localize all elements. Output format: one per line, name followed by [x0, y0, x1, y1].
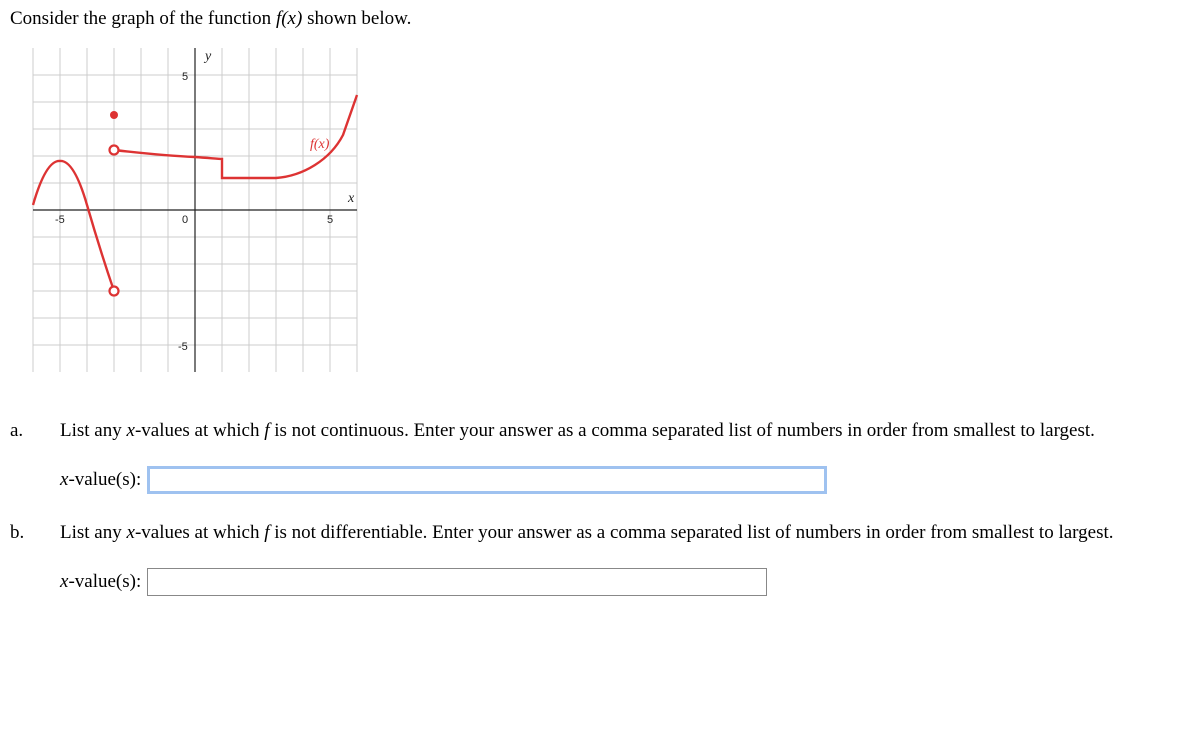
intro-suffix: shown below.: [302, 8, 411, 29]
tick-neg5-x: -5: [55, 214, 65, 226]
question-a-label: a.: [10, 420, 60, 442]
intro-func: f(x): [276, 8, 302, 29]
intro-prefix: Consider the graph of the function: [10, 8, 276, 29]
answer-input-a[interactable]: [147, 466, 827, 494]
question-a: a. List any x-values at which f is not c…: [10, 420, 1190, 442]
graph-container: y x -5 0 5 5 -5 f(x): [10, 40, 1190, 380]
input-label-b: x-value(s):: [60, 571, 141, 593]
question-b-label: b.: [10, 522, 60, 544]
answer-row-a: x-value(s):: [60, 466, 1190, 494]
tick-pos5-x: 5: [327, 214, 333, 226]
question-b: b. List any x-values at which f is not d…: [10, 522, 1190, 544]
open-point-2: [110, 146, 119, 155]
closed-point: [110, 111, 118, 119]
tick-zero: 0: [182, 214, 188, 226]
y-axis-label: y: [203, 49, 212, 64]
tick-neg5-y: -5: [178, 341, 188, 353]
open-point-1: [110, 287, 119, 296]
question-a-text: List any x-values at which f is not cont…: [60, 420, 1190, 442]
function-graph: y x -5 0 5 5 -5 f(x): [10, 40, 380, 380]
input-label-a: x-value(s):: [60, 469, 141, 491]
curve-label: f(x): [310, 137, 330, 152]
tick-pos5-y: 5: [182, 71, 188, 83]
problem-intro: Consider the graph of the function f(x) …: [10, 8, 1190, 30]
x-axis-label: x: [347, 191, 355, 206]
answer-row-b: x-value(s):: [60, 568, 1190, 596]
answer-input-b[interactable]: [147, 568, 767, 596]
question-b-text: List any x-values at which f is not diff…: [60, 522, 1190, 544]
